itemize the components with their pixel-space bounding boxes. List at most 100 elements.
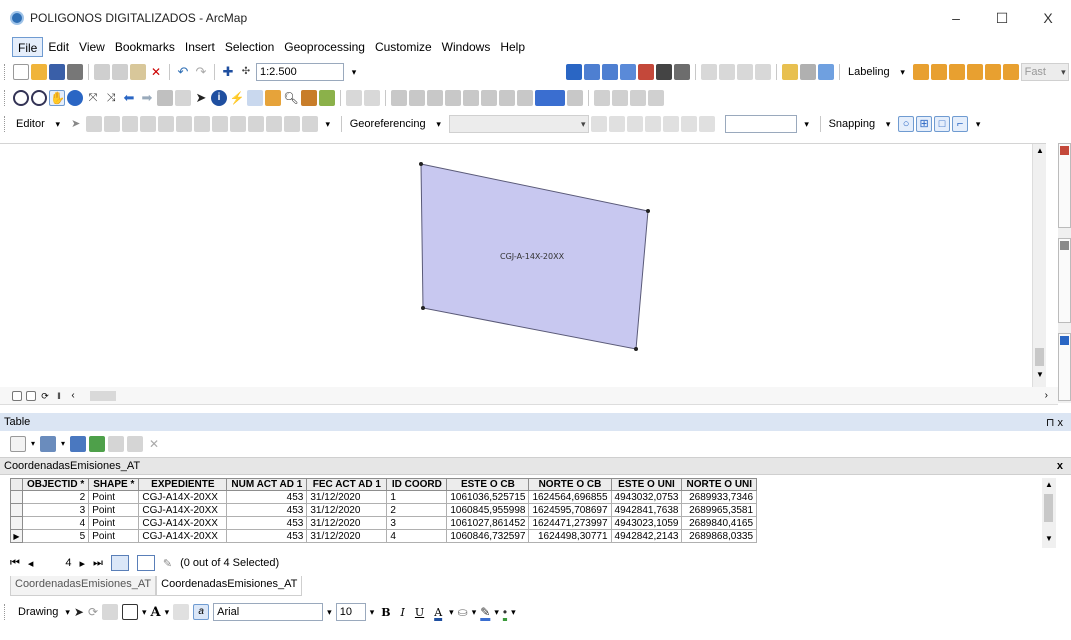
first-record-icon[interactable]: ⏮ [10,557,20,570]
layout-tool-4-icon[interactable] [445,90,461,106]
go-to-xy-icon[interactable] [319,90,335,106]
column-header-id-coord[interactable]: ID COORD [386,478,448,491]
snapping-dropdown-icon[interactable]: ▾ [880,116,896,132]
reshape-icon[interactable] [737,64,753,80]
table-vertical-scrollbar[interactable]: ▲ ▼ [1042,478,1056,548]
column-header-expediente[interactable]: EXPEDIENTE [138,478,228,491]
menu-view[interactable]: View [74,37,110,57]
polygon-vertex[interactable] [419,162,423,166]
attributes-icon[interactable] [265,116,282,132]
font-size-dropdown-icon[interactable]: ▾ [370,607,375,618]
arrange-tool-4-icon[interactable] [648,90,664,106]
html-popup-icon[interactable] [800,64,816,80]
marker-color-dropdown-icon[interactable]: ▾ [511,607,516,618]
label-weight-icon[interactable] [948,64,965,80]
georef-value-input[interactable] [724,115,797,133]
cell-este-uni[interactable]: 4943032,0753 [610,490,683,504]
next-record-icon[interactable]: ▸ [79,557,85,570]
identify-info-icon[interactable]: i [211,90,227,106]
model-builder-icon[interactable] [674,64,690,80]
zoom-in-icon[interactable] [13,90,29,106]
cell-id-coord[interactable]: 1 [386,490,448,504]
table-scroll-down-icon[interactable]: ▼ [1045,534,1053,543]
print-icon[interactable] [67,64,83,80]
editor-tool-icon[interactable] [701,64,717,80]
text-dropdown-icon[interactable]: ▾ [165,607,170,618]
row-selector-header[interactable] [10,478,23,491]
table-scroll-up-icon[interactable]: ▲ [1045,480,1053,489]
cell-expediente[interactable]: CGJ-A14X-20XX [138,490,228,504]
cell-shape[interactable]: Point [88,503,140,517]
create-features-dock-tab[interactable] [1058,333,1071,401]
reshape-feature-icon[interactable] [193,116,210,132]
shape-dropdown-icon[interactable]: ▾ [142,607,147,618]
row-selector[interactable] [10,490,23,504]
cell-id-coord[interactable]: 4 [386,529,448,543]
add-data-icon[interactable]: ✚ [220,64,236,80]
maximize-button[interactable]: ☐ [979,0,1025,36]
straight-segment-icon[interactable] [719,64,735,80]
measure-tool-icon[interactable] [265,90,281,106]
color-dropdown-icon[interactable] [567,90,583,106]
search-window-icon[interactable] [620,64,636,80]
hyperlink-icon[interactable]: ⚡ [229,90,245,106]
georeferencing-menu[interactable]: Georeferencing [347,118,429,130]
point-snapping-icon[interactable]: ○ [898,116,915,132]
cut-icon[interactable] [94,64,110,80]
italic-button[interactable]: I [398,606,408,619]
polygon-vertex[interactable] [646,209,650,213]
select-elements-icon[interactable]: ➤ [193,90,209,106]
cell-este-uni[interactable]: 4942842,2143 [610,529,683,543]
cell-objectid[interactable]: 2 [21,490,90,504]
cell-norte-uni[interactable]: 2689933,7346 [681,490,758,504]
scroll-down-icon[interactable]: ▼ [1036,370,1044,379]
editor-toolbar-icon[interactable] [566,64,582,80]
cell-shape[interactable]: Point [88,490,140,504]
catalog-icon[interactable] [602,64,618,80]
font-name-select[interactable]: Arial [213,603,324,621]
identify-icon[interactable] [782,64,798,80]
underline-button[interactable]: U [412,606,427,619]
current-record-input[interactable]: 4 [41,557,71,569]
table-row[interactable]: 4 Point CGJ-A14X-20XX 453 31/12/2020 3 1… [10,516,758,530]
add-xy-icon[interactable]: ✣ [238,64,254,80]
cell-fec-act[interactable]: 31/12/2020 [306,516,388,530]
table-of-contents-icon[interactable] [584,64,600,80]
split-tool-icon[interactable] [229,116,246,132]
cell-norte-cb[interactable]: 1624564,696855 [528,490,612,504]
rotate-tool-icon[interactable] [247,116,264,132]
map-scale-input[interactable]: 1:2.500 [256,63,344,81]
menu-geoprocessing[interactable]: Geoprocessing [279,37,370,57]
arctoolbox-dock-tab[interactable] [1058,143,1071,228]
scale-dropdown-arrow-icon[interactable]: ▾ [346,64,362,80]
table-row[interactable]: 2 Point CGJ-A14X-20XX 453 31/12/2020 1 1… [10,490,758,504]
cell-id-coord[interactable]: 3 [386,516,448,530]
labeling-dropdown-icon[interactable]: ▾ [895,64,911,80]
map-horizontal-scroll-thumb[interactable] [90,390,116,401]
undo-icon[interactable]: ↶ [175,64,191,80]
layout-tool-3-icon[interactable] [427,90,443,106]
map-vertical-scrollbar[interactable]: ▲ ▼ [1032,144,1046,388]
arctoolbox-icon[interactable] [638,64,654,80]
cell-fec-act[interactable]: 31/12/2020 [306,529,388,543]
current-row-indicator-icon[interactable]: ▶ [10,529,23,543]
layout-view-icon[interactable] [26,390,36,401]
cell-expediente[interactable]: CGJ-A14X-20XX [138,529,228,543]
new-text-icon[interactable]: A [151,605,161,620]
menu-customize[interactable]: Customize [370,37,437,57]
cell-este-cb[interactable]: 1061036,525715 [446,490,530,504]
find-binoculars-icon[interactable]: 🔍︎ [283,90,299,106]
attributes-dock-tab[interactable] [1058,238,1071,323]
pause-labeling-icon[interactable] [984,64,1001,80]
column-header-num-act[interactable]: NUM ACT AD 1 [226,478,308,491]
time-slider-icon[interactable] [346,90,362,106]
back-extent-icon[interactable]: ⬅ [121,90,137,106]
column-header-este-cb[interactable]: ESTE O CB [446,478,530,491]
column-header-norte-cb[interactable]: NORTE O CB [528,478,612,491]
table-scroll-thumb[interactable] [1044,494,1053,522]
refresh-icon[interactable]: ⟳ [40,391,50,401]
fill-color-icon[interactable]: ⛀ [458,605,468,619]
color-swatch-icon[interactable] [535,90,565,106]
layout-tool-7-icon[interactable] [499,90,515,106]
delete-icon[interactable]: ✕ [148,64,164,80]
